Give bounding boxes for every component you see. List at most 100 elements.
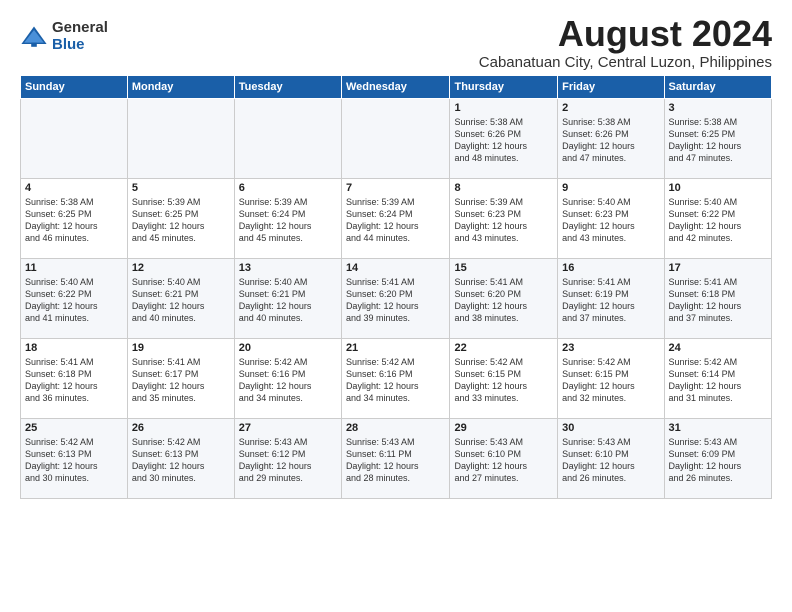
day-cell: 2 Sunrise: 5:38 AM Sunset: 6:26 PM Daylig… xyxy=(558,99,664,179)
day-number: 15 xyxy=(454,262,553,274)
day-cell: 10Sunrise: 5:40 AM Sunset: 6:22 PM Dayli… xyxy=(664,179,771,259)
day-info: Sunrise: 5:41 AM Sunset: 6:17 PM Dayligh… xyxy=(132,356,230,405)
day-cell: 18 Sunrise: 5:41 AM Sunset: 6:18 PM Dayli… xyxy=(21,339,128,419)
logo-icon xyxy=(20,23,48,51)
day-number: 20 xyxy=(239,342,337,354)
day-cell: 8 Sunrise: 5:39 AM Sunset: 6:23 PM Daylig… xyxy=(450,179,558,259)
day-info: Sunrise: 5:40 AM Sunset: 6:23 PM Dayligh… xyxy=(562,196,659,245)
day-info: Sunrise: 5:43 AM Sunset: 6:10 PM Dayligh… xyxy=(562,436,659,485)
day-info: Sunrise: 5:38 AM Sunset: 6:26 PM Dayligh… xyxy=(454,116,553,165)
day-number: 21 xyxy=(346,342,446,354)
header: General Blue August 2024 Cabanatuan City… xyxy=(20,16,772,71)
day-info: Sunrise: 5:43 AM Sunset: 6:10 PM Dayligh… xyxy=(454,436,553,485)
month-year: August 2024 xyxy=(479,16,772,52)
col-wednesday: Wednesday xyxy=(341,76,450,99)
day-info: Sunrise: 5:40 AM Sunset: 6:21 PM Dayligh… xyxy=(239,276,337,325)
day-number: 1 xyxy=(454,102,553,114)
col-sunday: Sunday xyxy=(21,76,128,99)
week-row-4: 18 Sunrise: 5:41 AM Sunset: 6:18 PM Dayli… xyxy=(21,339,772,419)
day-info: Sunrise: 5:42 AM Sunset: 6:13 PM Dayligh… xyxy=(25,436,123,485)
day-cell: 3Sunrise: 5:38 AM Sunset: 6:25 PM Daylig… xyxy=(664,99,771,179)
day-number: 3 xyxy=(669,102,767,114)
day-number: 2 xyxy=(562,102,659,114)
location: Cabanatuan City, Central Luzon, Philippi… xyxy=(479,54,772,71)
day-cell xyxy=(127,99,234,179)
col-monday: Monday xyxy=(127,76,234,99)
day-info: Sunrise: 5:42 AM Sunset: 6:15 PM Dayligh… xyxy=(454,356,553,405)
day-number: 13 xyxy=(239,262,337,274)
logo: General Blue xyxy=(20,20,108,53)
day-cell: 19 Sunrise: 5:41 AM Sunset: 6:17 PM Dayli… xyxy=(127,339,234,419)
day-cell: 1 Sunrise: 5:38 AM Sunset: 6:26 PM Daylig… xyxy=(450,99,558,179)
day-cell: 29 Sunrise: 5:43 AM Sunset: 6:10 PM Dayli… xyxy=(450,419,558,499)
day-cell: 22 Sunrise: 5:42 AM Sunset: 6:15 PM Dayli… xyxy=(450,339,558,419)
day-number: 7 xyxy=(346,182,446,194)
header-row: Sunday Monday Tuesday Wednesday Thursday… xyxy=(21,76,772,99)
day-cell: 27 Sunrise: 5:43 AM Sunset: 6:12 PM Dayli… xyxy=(234,419,341,499)
day-info: Sunrise: 5:42 AM Sunset: 6:16 PM Dayligh… xyxy=(239,356,337,405)
day-number: 30 xyxy=(562,422,659,434)
day-info: Sunrise: 5:38 AM Sunset: 6:26 PM Dayligh… xyxy=(562,116,659,165)
day-info: Sunrise: 5:42 AM Sunset: 6:15 PM Dayligh… xyxy=(562,356,659,405)
day-cell: 12Sunrise: 5:40 AM Sunset: 6:21 PM Dayli… xyxy=(127,259,234,339)
day-number: 4 xyxy=(25,182,123,194)
week-row-1: 1 Sunrise: 5:38 AM Sunset: 6:26 PM Daylig… xyxy=(21,99,772,179)
day-cell: 25Sunrise: 5:42 AM Sunset: 6:13 PM Dayli… xyxy=(21,419,128,499)
day-number: 18 xyxy=(25,342,123,354)
day-info: Sunrise: 5:43 AM Sunset: 6:11 PM Dayligh… xyxy=(346,436,446,485)
day-cell xyxy=(234,99,341,179)
day-number: 31 xyxy=(669,422,767,434)
day-number: 19 xyxy=(132,342,230,354)
day-cell: 24 Sunrise: 5:42 AM Sunset: 6:14 PM Dayli… xyxy=(664,339,771,419)
day-cell: 14Sunrise: 5:41 AM Sunset: 6:20 PM Dayli… xyxy=(341,259,450,339)
day-number: 23 xyxy=(562,342,659,354)
day-info: Sunrise: 5:38 AM Sunset: 6:25 PM Dayligh… xyxy=(25,196,123,245)
day-info: Sunrise: 5:43 AM Sunset: 6:09 PM Dayligh… xyxy=(669,436,767,485)
day-number: 16 xyxy=(562,262,659,274)
day-number: 27 xyxy=(239,422,337,434)
week-row-2: 4 Sunrise: 5:38 AM Sunset: 6:25 PM Daylig… xyxy=(21,179,772,259)
day-number: 8 xyxy=(454,182,553,194)
day-number: 10 xyxy=(669,182,767,194)
day-info: Sunrise: 5:40 AM Sunset: 6:22 PM Dayligh… xyxy=(25,276,123,325)
day-number: 11 xyxy=(25,262,123,274)
calendar-table: Sunday Monday Tuesday Wednesday Thursday… xyxy=(20,75,772,499)
day-info: Sunrise: 5:43 AM Sunset: 6:12 PM Dayligh… xyxy=(239,436,337,485)
day-number: 22 xyxy=(454,342,553,354)
day-cell: 28 Sunrise: 5:43 AM Sunset: 6:11 PM Dayli… xyxy=(341,419,450,499)
day-number: 24 xyxy=(669,342,767,354)
day-cell: 30 Sunrise: 5:43 AM Sunset: 6:10 PM Dayli… xyxy=(558,419,664,499)
day-cell: 4 Sunrise: 5:38 AM Sunset: 6:25 PM Daylig… xyxy=(21,179,128,259)
day-number: 9 xyxy=(562,182,659,194)
logo-blue: Blue xyxy=(52,37,108,54)
day-cell: 9 Sunrise: 5:40 AM Sunset: 6:23 PM Daylig… xyxy=(558,179,664,259)
day-info: Sunrise: 5:41 AM Sunset: 6:19 PM Dayligh… xyxy=(562,276,659,325)
day-cell: 20 Sunrise: 5:42 AM Sunset: 6:16 PM Dayli… xyxy=(234,339,341,419)
day-cell: 11 Sunrise: 5:40 AM Sunset: 6:22 PM Dayli… xyxy=(21,259,128,339)
day-info: Sunrise: 5:39 AM Sunset: 6:24 PM Dayligh… xyxy=(239,196,337,245)
day-cell: 7 Sunrise: 5:39 AM Sunset: 6:24 PM Daylig… xyxy=(341,179,450,259)
day-info: Sunrise: 5:39 AM Sunset: 6:24 PM Dayligh… xyxy=(346,196,446,245)
page-container: General Blue August 2024 Cabanatuan City… xyxy=(0,0,792,509)
day-cell: 16 Sunrise: 5:41 AM Sunset: 6:19 PM Dayli… xyxy=(558,259,664,339)
day-cell: 6Sunrise: 5:39 AM Sunset: 6:24 PM Daylig… xyxy=(234,179,341,259)
day-cell: 31 Sunrise: 5:43 AM Sunset: 6:09 PM Dayli… xyxy=(664,419,771,499)
day-info: Sunrise: 5:39 AM Sunset: 6:23 PM Dayligh… xyxy=(454,196,553,245)
day-number: 28 xyxy=(346,422,446,434)
logo-general: General xyxy=(52,20,108,37)
title-block: August 2024 Cabanatuan City, Central Luz… xyxy=(479,16,772,71)
col-saturday: Saturday xyxy=(664,76,771,99)
week-row-3: 11 Sunrise: 5:40 AM Sunset: 6:22 PM Dayli… xyxy=(21,259,772,339)
day-info: Sunrise: 5:40 AM Sunset: 6:21 PM Dayligh… xyxy=(132,276,230,325)
col-thursday: Thursday xyxy=(450,76,558,99)
day-number: 5 xyxy=(132,182,230,194)
day-info: Sunrise: 5:42 AM Sunset: 6:14 PM Dayligh… xyxy=(669,356,767,405)
day-info: Sunrise: 5:39 AM Sunset: 6:25 PM Dayligh… xyxy=(132,196,230,245)
day-info: Sunrise: 5:42 AM Sunset: 6:16 PM Dayligh… xyxy=(346,356,446,405)
day-info: Sunrise: 5:41 AM Sunset: 6:20 PM Dayligh… xyxy=(454,276,553,325)
day-cell xyxy=(341,99,450,179)
day-cell: 5 Sunrise: 5:39 AM Sunset: 6:25 PM Daylig… xyxy=(127,179,234,259)
day-number: 29 xyxy=(454,422,553,434)
day-info: Sunrise: 5:41 AM Sunset: 6:18 PM Dayligh… xyxy=(25,356,123,405)
day-cell: 13 Sunrise: 5:40 AM Sunset: 6:21 PM Dayli… xyxy=(234,259,341,339)
